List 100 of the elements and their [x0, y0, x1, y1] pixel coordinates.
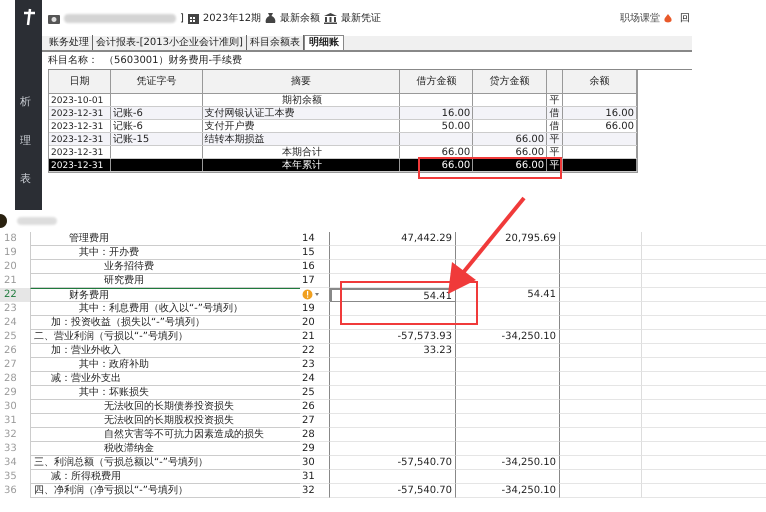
line-number: 17: [302, 274, 315, 287]
voucher-cell: 记账-6: [112, 108, 143, 119]
tab[interactable]: 明细账: [304, 35, 344, 50]
latest-voucher-button[interactable]: 最新凭证: [341, 10, 382, 26]
debit-cell: 66.00: [442, 146, 470, 158]
sheet-row[interactable]: 28 减：营业外支出 24: [0, 372, 766, 386]
sheet-row[interactable]: 34 三、利润总额（亏损总额以“-”号填列） 30 -57,540.70 -34,250.10: [0, 456, 766, 470]
row-number: 19: [4, 247, 17, 258]
line-number: 32: [302, 484, 315, 497]
row-label: 其中：坏账损失: [79, 387, 149, 398]
sidebar-item[interactable]: 析: [20, 94, 31, 110]
voucher-cell: 记账-6: [112, 121, 143, 132]
sheet-row[interactable]: 19 其中：开办费 15: [0, 246, 766, 260]
table-row[interactable]: 2023-12-31 记账-15 结转本期损益 66.00 平: [49, 133, 637, 146]
summary-cell: 支付网银认证工本费: [204, 107, 295, 119]
date-cell: 2023-12-31: [51, 161, 104, 171]
credit-cell: 66.00: [516, 146, 544, 158]
date-cell: 2023-10-01: [51, 96, 104, 106]
latest-balance-button[interactable]: 最新余额: [280, 10, 320, 26]
flame-icon: [664, 14, 672, 22]
sidebar-item[interactable]: 理: [20, 132, 31, 149]
tab[interactable]: 会计报表-[2013小企业会计准则]: [93, 35, 247, 50]
row-label: 业务招待费: [104, 261, 154, 272]
sheet-row[interactable]: 26 加：营业外收入 22 33.23: [0, 344, 766, 358]
sheet-row[interactable]: 32 自然灾害等不可抗力因素造成的损失 28: [0, 428, 766, 442]
line-number: 16: [302, 260, 315, 273]
row-label: 其中：政府补助: [79, 359, 149, 370]
summary-cell: 支付开户费: [204, 120, 255, 132]
row-number: 20: [4, 261, 17, 272]
line-number: 24: [302, 372, 315, 385]
sheet-row[interactable]: 29 其中：坏账损失 25: [0, 386, 766, 400]
column-header: 借方金额: [400, 70, 474, 93]
amount-cell: 47,442.29: [401, 232, 452, 245]
line-number: 15: [302, 246, 315, 259]
date-cell: 2023-12-31: [51, 109, 104, 119]
sheet-row[interactable]: 36 四、净利润（净亏损以“-”号填列） 32 -57,540.70 -34,250.10: [0, 484, 766, 498]
direction-cell: 平: [550, 146, 560, 158]
sheet-row[interactable]: 24 加：投资收益（损失以“-”号填列） 20: [0, 316, 766, 330]
row-label: 四、净利润（净亏损以“-”号填列）: [34, 485, 188, 496]
sheet-row[interactable]: 27 其中：政府补助 23: [0, 358, 766, 372]
amount-cell: -34,250.10: [501, 484, 556, 497]
sidebar-item[interactable]: 表: [20, 171, 31, 188]
row-label: 加：投资收益（损失以“-”号填列）: [51, 317, 205, 328]
column-header: 凭证字号: [110, 70, 203, 93]
amount-cell: 54.41: [423, 290, 452, 301]
sheet-row[interactable]: 30 无法收回的长期债券投资损失 26: [0, 400, 766, 414]
bracket-text: ]: [180, 12, 184, 26]
sheet-row[interactable]: 35 减：所得税费用 31: [0, 470, 766, 484]
table-row[interactable]: 2023-12-31 本期合计 66.00 66.00 平: [49, 146, 637, 159]
direction-cell: 平: [550, 94, 560, 106]
date-cell: 2023-12-31: [51, 135, 104, 145]
row-label: 其中：开办费: [79, 247, 139, 258]
debit-cell: 50.00: [442, 120, 470, 132]
table-row[interactable]: 2023-10-01 期初余额 平: [49, 94, 637, 107]
direction-cell: 平: [550, 133, 560, 145]
row-number: 29: [4, 387, 17, 398]
subject-value: （5603001）财务费用-手续费: [104, 54, 242, 68]
row-number: 28: [4, 373, 17, 384]
row-number: 34: [4, 457, 17, 468]
bank-icon: [324, 12, 338, 24]
column-header: 余额: [563, 70, 637, 93]
credit-cell: 66.00: [516, 133, 544, 145]
date-cell: 2023-12-31: [51, 148, 104, 158]
table-row[interactable]: 2023-12-31 记账-6 支付开户费 50.00 借 66.00: [49, 120, 637, 133]
amount-cell: 33.23: [423, 344, 452, 357]
column-header: 日期: [49, 70, 111, 93]
line-number: 27: [302, 414, 315, 427]
sheet-row[interactable]: 25 二、营业利润（亏损以“-”号填列） 21 -57,573.93 -34,250.10: [0, 330, 766, 344]
row-number: 24: [4, 317, 17, 328]
sheet-row[interactable]: 22 财务费用 54.41 54.41: [0, 288, 766, 302]
money-bag-icon: [265, 12, 276, 24]
period-label[interactable]: 2023年12期: [202, 10, 262, 26]
row-label: 税收滞纳金: [104, 443, 154, 454]
cross-logo-icon: [22, 8, 36, 26]
camera-icon: [48, 12, 60, 24]
warning-icon[interactable]: [302, 289, 320, 300]
row-label: 自然灾害等不可抗力因素造成的损失: [104, 429, 264, 440]
row-label: 其中：利息费用（收入以“-”号填列）: [79, 303, 243, 314]
sheet-row[interactable]: 33 税收滞纳金 29: [0, 442, 766, 456]
row-number: 33: [4, 443, 17, 454]
row-label: 财务费用: [69, 290, 109, 301]
row-number: 36: [4, 485, 17, 496]
table-row[interactable]: 2023-12-31 记账-6 支付网银认证工本费 16.00 借 16.00: [49, 107, 637, 120]
row-number: 21: [4, 275, 17, 286]
sheet-row[interactable]: 23 其中：利息费用（收入以“-”号填列） 19: [0, 302, 766, 316]
brand-text: 职场课堂: [620, 12, 660, 26]
row-label: 无法收回的长期债券投资损失: [104, 401, 234, 412]
row-label: 加：营业外收入: [51, 345, 121, 356]
row-label: 减：营业外支出: [51, 373, 121, 384]
sheet-row[interactable]: 18 管理费用 14 47,442.29 20,795.69: [0, 232, 766, 246]
table-row[interactable]: 2023-12-31 本年累计 66.00 66.00 平: [49, 159, 637, 172]
debit-cell: 16.00: [442, 107, 470, 119]
sheet-row[interactable]: 31 无法收回的长期股权投资损失 27: [0, 414, 766, 428]
tab[interactable]: 账务处理: [46, 35, 93, 50]
row-number: 25: [4, 331, 17, 342]
amount-cell: -57,540.70: [397, 484, 452, 497]
column-header: 摘要: [202, 70, 400, 93]
amount-cell: -34,250.10: [501, 456, 556, 469]
row-label: 研究费用: [104, 275, 144, 286]
column-header: 贷方金额: [473, 70, 548, 93]
